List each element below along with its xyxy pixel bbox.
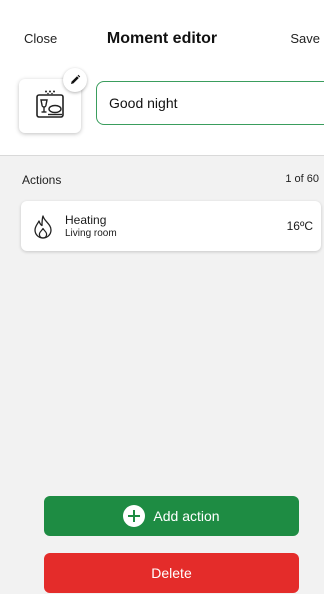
moment-name-input[interactable]: [96, 81, 324, 125]
plus-circle-icon: [123, 505, 146, 527]
flame-icon: [34, 215, 52, 239]
action-name: Heating: [65, 213, 107, 227]
add-action-label: Add action: [153, 508, 220, 524]
actions-count: 1 of 60: [285, 173, 319, 185]
delete-button[interactable]: Delete: [44, 553, 299, 593]
list-item[interactable]: Heating Living room 16ºC: [21, 201, 321, 251]
page-title: Moment editor: [106, 30, 218, 47]
actions-section-label: Actions: [22, 173, 62, 187]
save-button[interactable]: Save: [290, 31, 320, 46]
edit-icon-button[interactable]: [63, 68, 87, 92]
top-bar: Close Moment editor Save: [0, 0, 324, 80]
delete-label: Delete: [151, 565, 192, 581]
add-action-button[interactable]: Add action: [44, 496, 299, 536]
pencil-icon: [71, 74, 81, 84]
action-room: Living room: [65, 228, 117, 239]
action-value: 16ºC: [286, 219, 313, 233]
dinner-plate-wine-icon: [36, 90, 64, 118]
